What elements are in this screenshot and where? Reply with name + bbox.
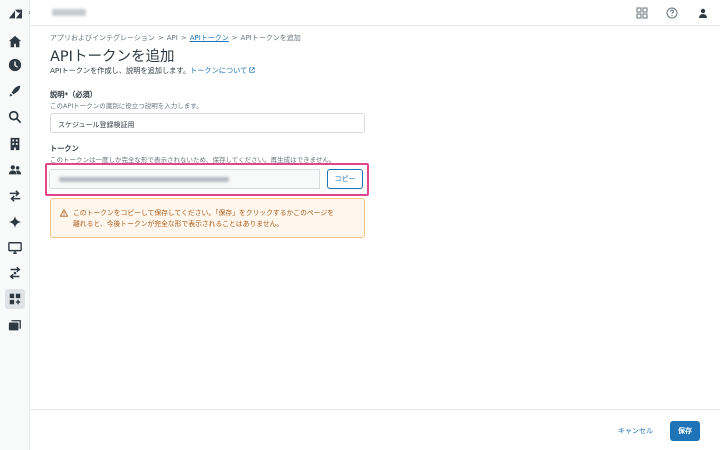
breadcrumb-separator: > <box>180 34 187 42</box>
breadcrumb-separator: > <box>231 34 238 42</box>
warning-line-2: 離れると、今後トークンが完全な形で表示されることはありません。 <box>73 220 284 228</box>
top-header <box>30 0 720 26</box>
about-tokens-link[interactable]: トークンについて <box>190 66 255 75</box>
warning-icon <box>60 209 68 217</box>
subtitle-text: APIトークンを作成し、説明を追加します。 <box>50 66 191 75</box>
description-input-value: スケジュール登録検証用 <box>58 121 135 129</box>
breadcrumb: アプリおよびインテグレーション > API > APIトークン > APIトークンを追加 <box>50 33 301 43</box>
workspace-icon[interactable] <box>5 316 25 336</box>
breadcrumb-item-current: APIトークンを追加 <box>240 34 301 42</box>
cancel-button[interactable]: キャンセル <box>618 426 653 436</box>
rocket-icon[interactable] <box>5 81 25 101</box>
page-subtitle: APIトークンを作成し、説明を追加します。トークンについて <box>50 66 255 76</box>
save-button[interactable]: 保存 <box>670 421 700 441</box>
token-highlight-frame: コピー <box>45 163 369 196</box>
breadcrumb-item-api[interactable]: API <box>167 34 178 42</box>
warning-alert: このトークンをコピーして保存してください。「保存」をクリックするかこのページを … <box>50 198 365 238</box>
help-icon[interactable] <box>665 6 679 20</box>
description-input[interactable]: スケジュール登録検証用 <box>50 113 365 133</box>
clock-icon[interactable] <box>5 55 25 75</box>
token-label: トークン <box>50 144 79 153</box>
breadcrumb-separator: > <box>157 34 164 42</box>
monitor-icon[interactable] <box>5 238 25 258</box>
breadcrumb-item-api-tokens[interactable]: APIトークン <box>190 34 229 42</box>
copy-token-button[interactable]: コピー <box>327 169 363 189</box>
search-icon[interactable] <box>5 107 25 127</box>
sidebar <box>0 0 30 450</box>
token-value-blurred <box>59 177 229 182</box>
description-label: 説明*（必須） <box>50 90 97 99</box>
home-icon[interactable] <box>5 32 25 52</box>
account-name-blurred <box>52 9 86 16</box>
sparkle-icon[interactable] <box>5 212 25 232</box>
transfer-icon[interactable] <box>5 186 25 206</box>
warning-line-1: このトークンをコピーして保存してください。「保存」をクリックするかこのページを <box>73 209 334 217</box>
description-hint: このAPIトークンの識別に役立つ説明を入力します。 <box>50 102 203 110</box>
external-link-icon <box>249 67 255 73</box>
page-title: APIトークンを追加 <box>50 49 175 65</box>
about-tokens-link-label: トークンについて <box>190 66 248 75</box>
zendesk-logo-icon[interactable] <box>5 4 25 24</box>
people-icon[interactable] <box>5 160 25 180</box>
apps-grid-icon[interactable] <box>635 6 649 20</box>
footer-bar: キャンセル 保存 <box>30 409 720 450</box>
building-icon[interactable] <box>5 134 25 154</box>
apps-icon[interactable] <box>5 289 25 309</box>
routing-icon[interactable] <box>5 263 25 283</box>
token-readonly-field[interactable] <box>49 169 320 189</box>
breadcrumb-item-apps-integrations[interactable]: アプリおよびインテグレーション <box>50 34 155 42</box>
user-icon[interactable] <box>696 6 710 20</box>
